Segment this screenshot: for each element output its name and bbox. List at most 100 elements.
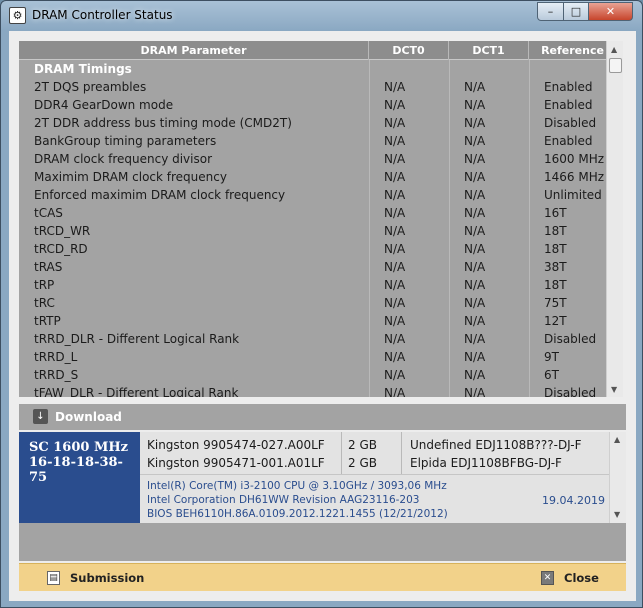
reference-cell: Unlimited: [544, 188, 602, 202]
dct1-cell: N/A: [464, 170, 486, 184]
memory-speed-box: SC 1600 MHz 16-18-18-38-75: [19, 432, 140, 523]
submission-label: Submission: [70, 571, 145, 585]
scroll-thumb[interactable]: [609, 58, 622, 73]
system-info: Intel(R) Core(TM) i3-2100 CPU @ 3.10GHz …: [140, 474, 609, 523]
scroll-up-icon[interactable]: ▲: [611, 45, 617, 54]
dct1-cell: N/A: [464, 152, 486, 166]
reference-cell: 18T: [544, 224, 567, 238]
parameter-cell: BankGroup timing parameters: [34, 134, 217, 148]
footer-bar: ▤ Submission ✕ Close: [19, 563, 626, 591]
dct0-cell: N/A: [384, 278, 406, 292]
parameter-cell: 2T DDR address bus timing mode (CMD2T): [34, 116, 292, 130]
table-row[interactable]: tCAS N/A N/A 16T: [19, 204, 616, 222]
table-row[interactable]: Maximim DRAM clock frequency N/A N/A 1466 M…: [19, 168, 616, 186]
dct1-cell: N/A: [464, 260, 486, 274]
reference-cell: 12T: [544, 314, 567, 328]
dct0-cell: N/A: [384, 170, 406, 184]
table-row[interactable]: tRCD_WR N/A N/A 18T: [19, 222, 616, 240]
parameter-cell: tRRD_L: [34, 350, 78, 364]
reference-cell: 75T: [544, 296, 567, 310]
parameter-cell: tRTP: [34, 314, 61, 328]
parameter-cell: tRRD_DLR - Different Logical Rank: [34, 332, 240, 346]
download-bar: ↓ Download: [19, 404, 626, 430]
dct0-cell: N/A: [384, 260, 406, 274]
module-row[interactable]: Kingston 9905471-001.A01LF 2 GB Elpida E…: [140, 454, 609, 472]
parameter-cell: tFAW_DLR - Different Logical Rank: [34, 386, 239, 397]
dct1-cell: N/A: [464, 332, 486, 346]
title-bar[interactable]: ⚙ DRAM Controller Status – □ ✕: [1, 1, 642, 31]
dct1-cell: N/A: [464, 206, 486, 220]
header-dram-parameter[interactable]: DRAM Parameter: [19, 41, 369, 60]
dct0-cell: N/A: [384, 332, 406, 346]
memory-modules-panel: SC 1600 MHz 16-18-18-38-75 Kingston 9905…: [19, 432, 626, 561]
table-row[interactable]: tRRD_S N/A N/A 6T: [19, 366, 616, 384]
close-button[interactable]: ✕ Close: [541, 564, 599, 592]
reference-cell: Disabled: [544, 332, 597, 346]
dct1-cell: N/A: [464, 368, 486, 382]
table-row[interactable]: Enforced maximim DRAM clock frequency N/A…: [19, 186, 616, 204]
download-button[interactable]: Download: [55, 410, 122, 424]
header-reference[interactable]: Reference: [529, 41, 616, 60]
dct1-cell: N/A: [464, 278, 486, 292]
module-part: Kingston 9905471-001.A01LF: [147, 456, 325, 470]
header-dct0[interactable]: DCT0: [369, 41, 449, 60]
close-window-button[interactable]: ✕: [588, 2, 633, 21]
dct1-cell: N/A: [464, 314, 486, 328]
reference-cell: 1600 MHz: [544, 152, 605, 166]
reference-cell: Enabled: [544, 98, 593, 112]
dct1-cell: N/A: [464, 242, 486, 256]
reference-cell: 16T: [544, 206, 567, 220]
dct0-cell: N/A: [384, 80, 406, 94]
dct0-cell: N/A: [384, 296, 406, 310]
reference-cell: 1466 MHz: [544, 170, 605, 184]
modules-scrollbar[interactable]: ▲ ▼: [609, 432, 626, 523]
parameter-cell: 2T DQS preambles: [34, 80, 147, 94]
table-row[interactable]: tRCD_RD N/A N/A 18T: [19, 240, 616, 258]
dct0-cell: N/A: [384, 206, 406, 220]
parameter-cell: Enforced maximim DRAM clock frequency: [34, 188, 286, 202]
scroll-down-icon[interactable]: ▼: [614, 510, 620, 519]
minimize-button[interactable]: –: [537, 2, 564, 21]
table-row[interactable]: BankGroup timing parameters N/A N/A Enabled: [19, 132, 616, 150]
reference-cell: 18T: [544, 278, 567, 292]
table-row[interactable]: DDR4 GearDown mode N/A N/A Enabled: [19, 96, 616, 114]
memory-timings: 16-18-18-38-75: [29, 455, 123, 485]
parameter-cell: tRC: [34, 296, 55, 310]
table-row[interactable]: tRTP N/A N/A 12T: [19, 312, 616, 330]
report-date: 19.04.2019: [542, 494, 605, 507]
table-row[interactable]: tRAS N/A N/A 38T: [19, 258, 616, 276]
scroll-down-icon[interactable]: ▼: [611, 385, 617, 394]
header-dct1[interactable]: DCT1: [449, 41, 529, 60]
table-row[interactable]: DRAM clock frequency divisor N/A N/A 1600 M…: [19, 150, 616, 168]
parameter-cell: tRP: [34, 278, 55, 292]
dct0-cell: N/A: [384, 188, 406, 202]
app-icon: ⚙: [9, 7, 26, 24]
download-icon[interactable]: ↓: [33, 409, 48, 424]
table-row[interactable]: tRC N/A N/A 75T: [19, 294, 616, 312]
cpu-info: Intel(R) Core(TM) i3-2100 CPU @ 3.10GHz …: [147, 480, 447, 492]
table-scrollbar[interactable]: ▲ ▼: [606, 41, 623, 397]
parameter-cell: DDR4 GearDown mode: [34, 98, 174, 112]
table-row[interactable]: tRRD_L N/A N/A 9T: [19, 348, 616, 366]
dram-parameter-table[interactable]: DRAM Parameter DCT0 DCT1 Reference DRAM …: [19, 41, 616, 397]
table-header: DRAM Parameter DCT0 DCT1 Reference: [19, 41, 616, 60]
scroll-up-icon[interactable]: ▲: [614, 435, 620, 444]
module-list: Kingston 9905474-027.A00LF 2 GB Undefine…: [140, 432, 609, 474]
table-row[interactable]: tRRD_DLR - Different Logical Rank N/A N/A D…: [19, 330, 616, 348]
group-title: DRAM Timings: [34, 62, 132, 76]
submission-button[interactable]: ▤ Submission: [47, 564, 144, 592]
parameter-cell: Maximim DRAM clock frequency: [34, 170, 227, 184]
table-row[interactable]: 2T DDR address bus timing mode (CMD2T) N/…: [19, 114, 616, 132]
table-row[interactable]: tRP N/A N/A 18T: [19, 276, 616, 294]
parameter-cell: DRAM clock frequency divisor: [34, 152, 213, 166]
dct0-cell: N/A: [384, 98, 406, 112]
table-row[interactable]: 2T DQS preambles N/A N/A Enabled: [19, 78, 616, 96]
dct1-cell: N/A: [464, 224, 486, 238]
module-row[interactable]: Kingston 9905474-027.A00LF 2 GB Undefine…: [140, 436, 609, 454]
table-row[interactable]: tFAW_DLR - Different Logical Rank N/A N/A D…: [19, 384, 616, 397]
reference-cell: Disabled: [544, 386, 597, 397]
memory-speed: SC 1600 MHz: [29, 440, 129, 455]
dct1-cell: N/A: [464, 188, 486, 202]
maximize-button[interactable]: □: [563, 2, 589, 21]
dct1-cell: N/A: [464, 296, 486, 310]
